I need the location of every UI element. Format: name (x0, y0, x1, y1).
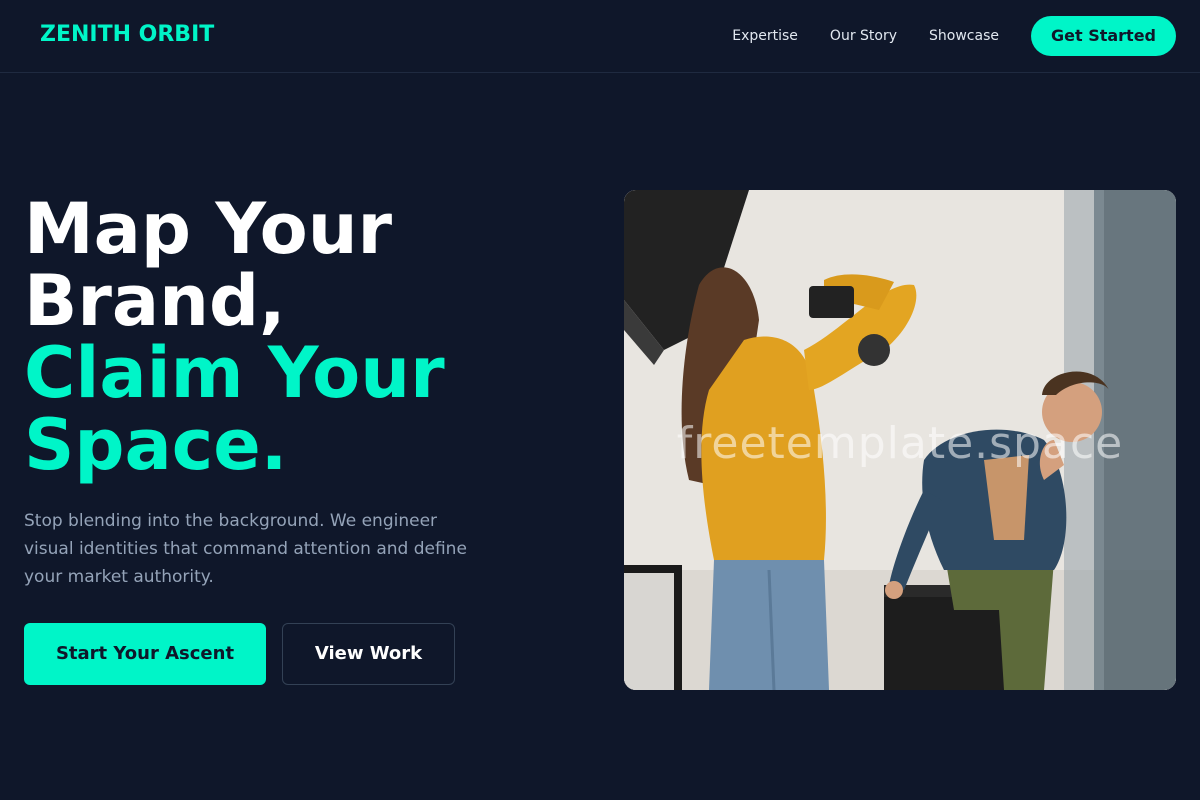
nav-link-our-story[interactable]: Our Story (830, 16, 897, 56)
start-your-ascent-button[interactable]: Start Your Ascent (24, 623, 266, 685)
main-nav: Expertise Our Story Showcase Get Started (732, 16, 1176, 56)
hero-title-line-2: Brand, (24, 260, 286, 342)
image-watermark: freetemplate.space (676, 418, 1124, 469)
hero-title-accent-line-1: Claim Your (24, 332, 445, 414)
get-started-button[interactable]: Get Started (1030, 16, 1176, 56)
hero-photo: freetemplate.space (624, 190, 1176, 690)
hero-title-line-1: Map Your (24, 188, 393, 270)
nav-link-expertise[interactable]: Expertise (732, 16, 798, 56)
site-header: ZENITH ORBIT Expertise Our Story Showcas… (0, 0, 1200, 73)
landing-page: ZENITH ORBIT Expertise Our Story Showcas… (0, 0, 1200, 800)
nav-link-showcase[interactable]: Showcase (929, 16, 999, 56)
hero-description: Stop blending into the background. We en… (24, 511, 467, 587)
brand-logo[interactable]: ZENITH ORBIT (40, 20, 214, 50)
hero-title-accent-line-2: Space. (24, 404, 288, 486)
view-work-button[interactable]: View Work (282, 623, 455, 685)
hero-title: Map Your Brand, Claim Your Space. (24, 193, 584, 481)
